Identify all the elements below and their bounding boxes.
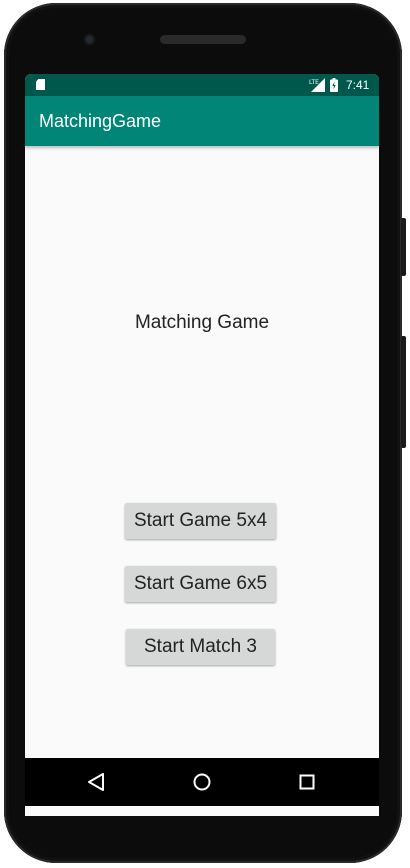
start-match-3-button[interactable]: Start Match 3 bbox=[126, 629, 275, 665]
recents-icon[interactable] bbox=[293, 768, 321, 796]
page-title: Matching Game bbox=[134, 312, 270, 333]
svg-text:LTE: LTE bbox=[309, 79, 319, 86]
home-icon[interactable] bbox=[188, 768, 216, 796]
start-game-5x4-button[interactable]: Start Game 5x4 bbox=[125, 503, 276, 539]
screen: LTE 7:41 MatchingGame Matching Game Star… bbox=[25, 74, 379, 816]
status-clock: 7:41 bbox=[346, 78, 370, 92]
app-title: MatchingGame bbox=[39, 111, 162, 131]
front-camera bbox=[84, 34, 95, 45]
navigation-bar bbox=[25, 758, 379, 806]
start-game-6x5-button[interactable]: Start Game 6x5 bbox=[125, 566, 276, 602]
battery-icon bbox=[330, 78, 338, 92]
app-bar: MatchingGame bbox=[25, 96, 379, 146]
status-bar: LTE 7:41 bbox=[25, 74, 379, 96]
lte-signal-icon: LTE bbox=[309, 78, 325, 92]
power-button[interactable] bbox=[401, 218, 406, 276]
back-icon[interactable] bbox=[82, 768, 110, 796]
sd-card-icon bbox=[36, 79, 45, 90]
volume-button[interactable] bbox=[401, 336, 406, 448]
earpiece-speaker bbox=[160, 35, 246, 44]
